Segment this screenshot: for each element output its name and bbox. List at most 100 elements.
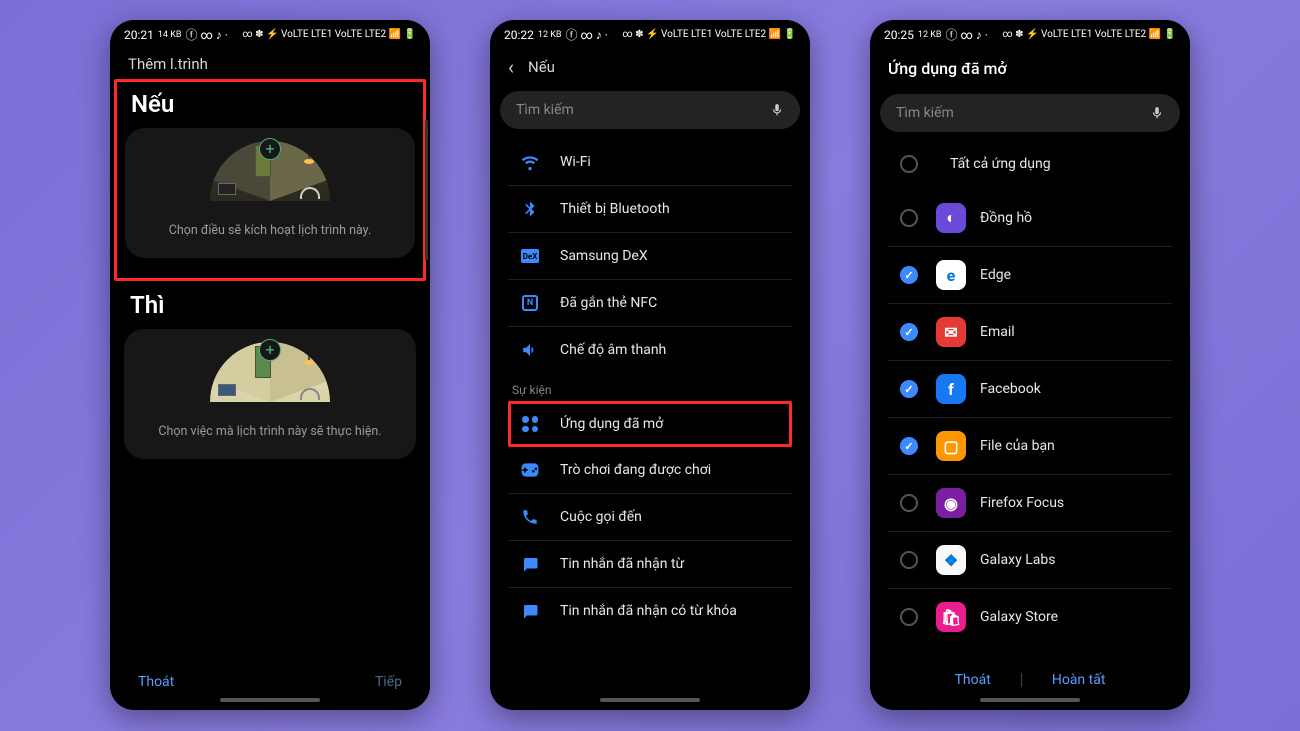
list-row-msgkw[interactable]: Tin nhắn đã nhận có từ khóa [508, 588, 792, 634]
list-row-call[interactable]: Cuộc gọi đến [508, 494, 792, 541]
status-bar: 20:25 12 KB ⓕ ∞ ♪ · ∞ ✽ ⚡ VoLTE LTE1 VoL… [870, 20, 1190, 45]
row-label: Ứng dụng đã mở [560, 416, 663, 432]
app-row[interactable]: ◉Firefox Focus [888, 475, 1172, 532]
exit-button[interactable]: Thoát [138, 674, 174, 690]
phone-screen-3: 20:25 12 KB ⓕ ∞ ♪ · ∞ ✽ ⚡ VoLTE LTE1 VoL… [870, 20, 1190, 710]
clock: 20:25 [884, 28, 914, 42]
list-row-bluetooth[interactable]: Thiết bị Bluetooth [508, 186, 792, 233]
list-row-game[interactable]: Trò chơi đang được chơi [508, 447, 792, 494]
app-name: Đồng hồ [980, 210, 1032, 226]
footer: Thoát Tiếp [110, 662, 430, 696]
radio-unchecked[interactable] [900, 209, 918, 227]
plus-icon[interactable]: + [259, 138, 281, 160]
row-label: Thiết bị Bluetooth [560, 201, 670, 217]
app-name: Galaxy Labs [980, 552, 1055, 568]
phone-screen-2: 20:22 12 KB ⓕ ∞ ♪ · ∞ ✽ ⚡ VoLTE LTE1 VoL… [490, 20, 810, 710]
msgkw-icon [520, 601, 540, 621]
status-bar: 20:21 14 KB ⓕ ∞ ♪ · ∞ ✽ ⚡ VoLTE LTE1 VoL… [110, 20, 430, 45]
header: ‹ Nếu [490, 45, 810, 85]
apps-icon [520, 414, 540, 434]
then-description: Chọn việc mà lịch trình này sẽ thực hiện… [136, 424, 404, 439]
section-header: Sự kiện [500, 373, 800, 401]
sound-icon [520, 340, 540, 360]
divider [1021, 673, 1022, 687]
app-row[interactable]: 🛍 Galaxy Store [888, 589, 1172, 645]
bluetooth-icon [520, 199, 540, 219]
game-icon [520, 460, 540, 480]
app-name: Firefox Focus [980, 495, 1064, 511]
mic-icon[interactable] [1150, 106, 1164, 120]
page-title: Nếu [528, 58, 555, 76]
page-title: Thêm l.trình [110, 45, 430, 79]
app-row[interactable]: ▢File của bạn [888, 418, 1172, 475]
radio-unchecked[interactable] [900, 494, 918, 512]
search-placeholder: Tìm kiếm [516, 102, 574, 118]
app-row[interactable]: ◐ Đồng hồ [888, 190, 1172, 247]
list-row-wifi[interactable]: Wi-Fi [508, 139, 792, 186]
row-label: Chế độ âm thanh [560, 342, 666, 358]
app-row[interactable]: ✉Email [888, 304, 1172, 361]
nav-bar[interactable] [870, 696, 1190, 710]
radio-unchecked[interactable] [900, 608, 918, 626]
app-row[interactable]: f Facebook [888, 361, 1172, 418]
app-icon: ◐ [936, 203, 966, 233]
clock: 20:22 [504, 28, 534, 42]
call-icon [520, 507, 540, 527]
radio-unchecked[interactable] [900, 551, 918, 569]
app-name: Facebook [980, 381, 1041, 397]
radio-checked[interactable] [900, 266, 918, 284]
list-row-apps[interactable]: Ứng dụng đã mở [508, 401, 792, 447]
plus-icon[interactable]: + [259, 339, 281, 361]
all-apps-label: Tất cả ứng dụng [950, 156, 1051, 172]
then-card[interactable]: + Chọn việc mà lịch trình này sẽ thực hi… [124, 329, 416, 459]
radio-unchecked[interactable] [900, 155, 918, 173]
list-row-msg[interactable]: Tin nhắn đã nhận từ [508, 541, 792, 588]
next-button[interactable]: Tiếp [375, 674, 402, 690]
nav-bar[interactable] [110, 696, 430, 710]
app-name: Edge [980, 267, 1011, 283]
radio-checked[interactable] [900, 323, 918, 341]
nav-bar[interactable] [490, 696, 810, 710]
if-card[interactable]: + Chọn điều sẽ kích hoạt lịch trình này. [125, 128, 415, 258]
if-description: Chọn điều sẽ kích hoạt lịch trình này. [137, 223, 403, 238]
app-icon: ▢ [936, 431, 966, 461]
clock: 20:21 [124, 28, 154, 42]
search-input[interactable]: Tìm kiếm [500, 91, 800, 129]
app-icon: ❖ [936, 545, 966, 575]
search-placeholder: Tìm kiếm [896, 105, 954, 121]
radio-checked[interactable] [900, 437, 918, 455]
status-bar: 20:22 12 KB ⓕ ∞ ♪ · ∞ ✽ ⚡ VoLTE LTE1 VoL… [490, 20, 810, 45]
all-apps-row[interactable]: Tất cả ứng dụng [888, 142, 1172, 186]
row-label: Tin nhắn đã nhận từ [560, 556, 684, 572]
then-title: Thì [120, 287, 420, 329]
radio-checked[interactable] [900, 380, 918, 398]
app-icon: e [936, 260, 966, 290]
if-block-highlight: Nếu + Chọn điều sẽ [114, 79, 426, 281]
app-icon: 🛍 [936, 602, 966, 632]
back-icon[interactable]: ‹ [508, 55, 514, 79]
wifi-icon [520, 152, 540, 172]
list-row-nfc[interactable]: N Đã gắn thẻ NFC [508, 280, 792, 327]
exit-button[interactable]: Thoát [955, 672, 991, 688]
if-illustration: + [210, 138, 330, 213]
app-icon: ✉ [936, 317, 966, 347]
row-label: Wi-Fi [560, 154, 591, 170]
then-illustration: + [210, 339, 330, 414]
app-row[interactable]: ❖ Galaxy Labs [888, 532, 1172, 589]
page-title: Ứng dụng đã mở [870, 45, 1190, 88]
app-row[interactable]: e Edge [888, 247, 1172, 304]
if-title: Nếu [121, 86, 419, 128]
list-row-dex[interactable]: DeXSamsung DeX [508, 233, 792, 280]
nfc-icon: N [520, 293, 540, 313]
scrollbar[interactable] [425, 120, 428, 260]
mic-icon[interactable] [770, 103, 784, 117]
app-icon: f [936, 374, 966, 404]
done-button[interactable]: Hoàn tất [1052, 672, 1106, 688]
bottom-actions: Thoát Hoàn tất [870, 656, 1190, 696]
list-row-sound[interactable]: Chế độ âm thanh [508, 327, 792, 373]
app-name: Galaxy Store [980, 609, 1058, 625]
row-label: Đã gắn thẻ NFC [560, 295, 657, 311]
search-input[interactable]: Tìm kiếm [880, 94, 1180, 132]
phone-screen-1: 20:21 14 KB ⓕ ∞ ♪ · ∞ ✽ ⚡ VoLTE LTE1 VoL… [110, 20, 430, 710]
dex-icon: DeX [520, 246, 540, 266]
